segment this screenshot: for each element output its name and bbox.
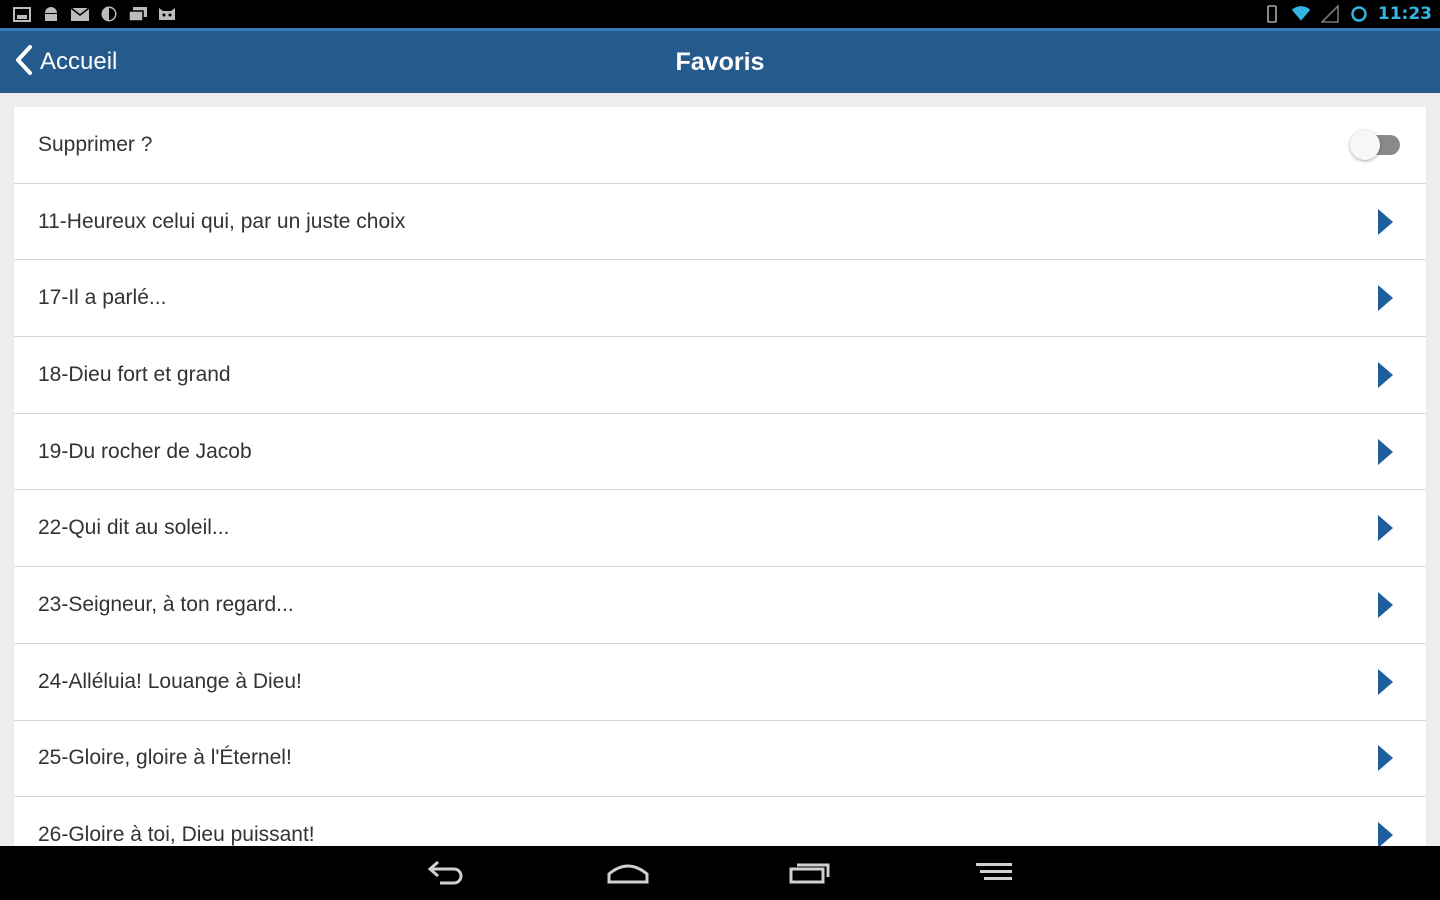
nav-back-button[interactable]: [414, 854, 478, 894]
nav-recent-button[interactable]: [778, 854, 842, 894]
alarm-icon: [1349, 6, 1369, 22]
system-status: 11:23: [1262, 4, 1432, 24]
action-bar: Accueil Favoris: [0, 28, 1440, 93]
notification-icons: [12, 6, 177, 22]
chevron-right-icon: [1374, 513, 1396, 543]
cat-icon: [157, 6, 177, 22]
wifi-icon: [1291, 6, 1311, 22]
favorite-label: 23-Seigneur, à ton regard...: [38, 592, 294, 616]
favorite-label: 17-Il a parlé...: [38, 286, 167, 310]
toggle-thumb: [1350, 129, 1380, 160]
chevron-right-icon: [1374, 283, 1396, 313]
chevron-right-icon: [1374, 743, 1396, 773]
page-title: Favoris: [675, 48, 765, 76]
favorite-item[interactable]: 26-Gloire à toi, Dieu puissant!: [14, 797, 1426, 846]
favorite-label: 11-Heureux celui qui, par un juste choix: [38, 209, 406, 233]
favorite-item[interactable]: 24-Alléluia! Louange à Dieu!: [14, 643, 1426, 721]
favorite-label: 19-Du rocher de Jacob: [38, 439, 252, 463]
back-icon: [426, 859, 466, 890]
back-button[interactable]: Accueil: [8, 31, 123, 93]
delete-toggle-row: Supprimer ?: [14, 107, 1426, 184]
favorite-item[interactable]: 25-Gloire, gloire à l'Éternel!: [14, 720, 1426, 798]
favorite-item[interactable]: 19-Du rocher de Jacob: [14, 413, 1426, 491]
favorite-item[interactable]: 18-Dieu fort et grand: [14, 337, 1426, 414]
favorite-item[interactable]: 17-Il a parlé...: [14, 260, 1426, 338]
favorite-item[interactable]: 23-Seigneur, à ton regard...: [14, 567, 1426, 644]
chevron-right-icon: [1374, 360, 1396, 390]
nav-home-button[interactable]: [596, 854, 660, 894]
favorites-list: Supprimer ? 11-Heureux celui qui, par un…: [0, 93, 1440, 846]
clock: 11:23: [1377, 4, 1432, 24]
favorite-label: 22-Qui dit au soleil...: [38, 516, 230, 540]
chevron-right-icon: [1374, 207, 1396, 237]
favorite-label: 18-Dieu fort et grand: [38, 362, 231, 386]
email-icon: [70, 6, 90, 22]
favorite-label: 25-Gloire, gloire à l'Éternel!: [38, 746, 292, 770]
favorite-label: 24-Alléluia! Louange à Dieu!: [38, 669, 302, 693]
vibrate-icon: [1262, 5, 1282, 23]
signal-icon: [1320, 5, 1340, 23]
menu-icon: [972, 860, 1016, 889]
status-bar: 11:23: [0, 0, 1440, 28]
android-icon: [41, 6, 61, 22]
sync-icon: [99, 6, 119, 22]
navigation-bar: [0, 846, 1440, 900]
chevron-right-icon: [1374, 590, 1396, 620]
chevron-left-icon: [14, 44, 34, 81]
gallery-icon: [12, 6, 32, 22]
chevron-right-icon: [1374, 820, 1396, 846]
back-label: Accueil: [40, 48, 118, 75]
favorite-item[interactable]: 22-Qui dit au soleil...: [14, 490, 1426, 568]
favorite-label: 26-Gloire à toi, Dieu puissant!: [38, 823, 315, 846]
nav-menu-button[interactable]: [962, 854, 1026, 894]
recent-apps-icon: [788, 860, 832, 889]
chevron-right-icon: [1374, 667, 1396, 697]
photos-icon: [128, 6, 148, 22]
delete-toggle[interactable]: [1350, 129, 1402, 160]
home-icon: [606, 860, 650, 889]
delete-label: Supprimer ?: [38, 132, 153, 156]
chevron-right-icon: [1374, 437, 1396, 467]
favorite-item[interactable]: 11-Heureux celui qui, par un juste choix: [14, 183, 1426, 261]
